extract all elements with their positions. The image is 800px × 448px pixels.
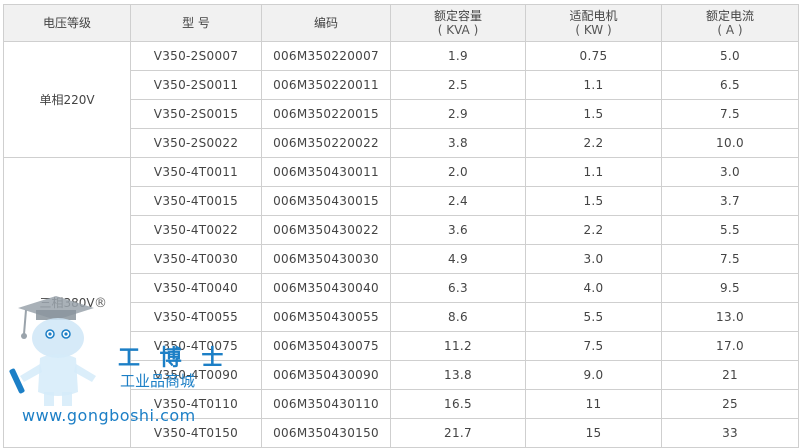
current-cell: 17.0 bbox=[661, 331, 799, 361]
model-cell: V350-4T0030 bbox=[130, 244, 262, 274]
model-cell: V350-2S0011 bbox=[130, 70, 262, 100]
code-cell: 006M350220011 bbox=[261, 70, 391, 100]
model-cell: V350-4T0040 bbox=[130, 273, 262, 303]
code-cell: 006M350430110 bbox=[261, 389, 391, 419]
motor-cell: 1.1 bbox=[525, 70, 662, 100]
code-cell: 006M350430150 bbox=[261, 418, 391, 448]
current-cell: 3.7 bbox=[661, 186, 799, 216]
current-cell: 7.5 bbox=[661, 99, 799, 129]
model-cell: V350-4T0015 bbox=[130, 186, 262, 216]
motor-cell: 15 bbox=[525, 418, 662, 448]
current-cell: 5.0 bbox=[661, 41, 799, 71]
capacity-cell: 2.0 bbox=[390, 157, 526, 187]
capacity-cell: 6.3 bbox=[390, 273, 526, 303]
table-row: 单相220V V350-2S0007 006M350220007 1.9 0.75 5.0 bbox=[3, 41, 799, 158]
code-cell: 006M350220015 bbox=[261, 99, 391, 129]
motor-cell: 2.2 bbox=[525, 128, 662, 158]
motor-cell: 1.1 bbox=[525, 157, 662, 187]
motor-cell: 0.75 bbox=[525, 41, 662, 71]
motor-cell: 4.0 bbox=[525, 273, 662, 303]
model-cell: V350-2S0022 bbox=[130, 128, 262, 158]
header-voltage: 电压等级 bbox=[3, 4, 131, 42]
current-cell: 3.0 bbox=[661, 157, 799, 187]
header-current: 额定电流( A ) bbox=[661, 4, 799, 42]
motor-cell: 9.0 bbox=[525, 360, 662, 390]
motor-cell: 11 bbox=[525, 389, 662, 419]
current-cell: 25 bbox=[661, 389, 799, 419]
code-cell: 006M350430075 bbox=[261, 331, 391, 361]
motor-cell: 1.5 bbox=[525, 186, 662, 216]
model-cell: V350-4T0022 bbox=[130, 215, 262, 245]
capacity-cell: 4.9 bbox=[390, 244, 526, 274]
code-cell: 006M350430055 bbox=[261, 302, 391, 332]
capacity-cell: 13.8 bbox=[390, 360, 526, 390]
spec-table: 电压等级 型 号 编码 额定容量( KVA ) 适配电机( KW ) 额定电流(… bbox=[3, 4, 799, 448]
current-cell: 6.5 bbox=[661, 70, 799, 100]
capacity-cell: 16.5 bbox=[390, 389, 526, 419]
code-cell: 006M350430011 bbox=[261, 157, 391, 187]
code-cell: 006M350430040 bbox=[261, 273, 391, 303]
motor-cell: 2.2 bbox=[525, 215, 662, 245]
code-cell: 006M350430090 bbox=[261, 360, 391, 390]
current-cell: 5.5 bbox=[661, 215, 799, 245]
capacity-cell: 8.6 bbox=[390, 302, 526, 332]
current-cell: 33 bbox=[661, 418, 799, 448]
current-cell: 13.0 bbox=[661, 302, 799, 332]
header-capacity: 额定容量( KVA ) bbox=[390, 4, 526, 42]
code-cell: 006M350220022 bbox=[261, 128, 391, 158]
model-cell: V350-2S0015 bbox=[130, 99, 262, 129]
capacity-cell: 3.6 bbox=[390, 215, 526, 245]
motor-cell: 5.5 bbox=[525, 302, 662, 332]
capacity-cell: 11.2 bbox=[390, 331, 526, 361]
motor-cell: 7.5 bbox=[525, 331, 662, 361]
current-cell: 10.0 bbox=[661, 128, 799, 158]
code-cell: 006M350430015 bbox=[261, 186, 391, 216]
code-cell: 006M350430022 bbox=[261, 215, 391, 245]
motor-cell: 1.5 bbox=[525, 99, 662, 129]
capacity-cell: 3.8 bbox=[390, 128, 526, 158]
current-cell: 9.5 bbox=[661, 273, 799, 303]
header-motor: 适配电机( KW ) bbox=[525, 4, 662, 42]
capacity-cell: 1.9 bbox=[390, 41, 526, 71]
model-cell: V350-4T0110 bbox=[130, 389, 262, 419]
voltage-group-cell: 单相220V bbox=[3, 41, 131, 158]
capacity-cell: 2.9 bbox=[390, 99, 526, 129]
header-code: 编码 bbox=[261, 4, 391, 42]
model-cell: V350-4T0090 bbox=[130, 360, 262, 390]
header-row: 电压等级 型 号 编码 额定容量( KVA ) 适配电机( KW ) 额定电流(… bbox=[3, 4, 799, 42]
table-body: 单相220V V350-2S0007 006M350220007 1.9 0.75 5.0… bbox=[3, 41, 799, 448]
model-cell: V350-2S0007 bbox=[130, 41, 262, 71]
header-model: 型 号 bbox=[130, 4, 262, 42]
voltage-group-cell: 三相380V bbox=[3, 157, 131, 448]
capacity-cell: 21.7 bbox=[390, 418, 526, 448]
table-row: 三相380V V350-4T0011 006M350430011 2.0 1.1 3.0 bbox=[3, 157, 799, 448]
capacity-cell: 2.5 bbox=[390, 70, 526, 100]
code-cell: 006M350220007 bbox=[261, 41, 391, 71]
model-cell: V350-4T0011 bbox=[130, 157, 262, 187]
model-cell: V350-4T0150 bbox=[130, 418, 262, 448]
code-cell: 006M350430030 bbox=[261, 244, 391, 274]
current-cell: 7.5 bbox=[661, 244, 799, 274]
model-cell: V350-4T0075 bbox=[130, 331, 262, 361]
motor-cell: 3.0 bbox=[525, 244, 662, 274]
current-cell: 21 bbox=[661, 360, 799, 390]
model-cell: V350-4T0055 bbox=[130, 302, 262, 332]
capacity-cell: 2.4 bbox=[390, 186, 526, 216]
